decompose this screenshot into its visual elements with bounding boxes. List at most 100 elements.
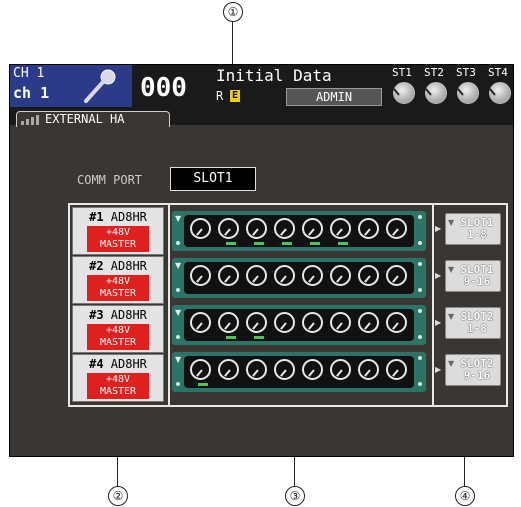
phantom-master-indicator: +48V MASTER (87, 226, 149, 252)
ha-unit-title: #3 AD8HR (89, 308, 147, 322)
function-access-bar: CH 1 ch 1 000 Initial Data R E ADMIN ST1… (10, 65, 513, 108)
tab-levels-icon (21, 115, 39, 125)
ha-unit-title: #1 AD8HR (89, 210, 147, 224)
gain-knob-5[interactable] (302, 312, 323, 333)
ha-unit-title: #4 AD8HR (89, 357, 147, 371)
gain-knob-8[interactable] (386, 359, 407, 380)
gain-knob-6[interactable] (330, 312, 351, 333)
stereo-level-knob-2[interactable] (425, 82, 447, 104)
stereo-level-knob-3[interactable] (457, 82, 479, 104)
tab-label: EXTERNAL HA (45, 112, 125, 126)
rack-marker-icon: ▼ (175, 261, 182, 270)
stereo-label-3: ST3 (456, 66, 476, 79)
scene-title[interactable]: Initial Data (216, 66, 332, 85)
signal-led-5 (310, 242, 320, 245)
rack-marker-icon: ▼ (175, 308, 182, 317)
gain-knob-2[interactable] (218, 312, 239, 333)
slot-button-4[interactable]: ▼ SLOT2 9-16 (445, 354, 501, 386)
callout-4: ④ (455, 486, 475, 506)
signal-led-3 (254, 242, 264, 245)
rack-screw (176, 288, 180, 292)
gain-knob-5[interactable] (302, 359, 323, 380)
ha-unit-button-4[interactable]: #4 AD8HR +48V MASTER (72, 354, 164, 402)
slot-button-1[interactable]: ▼ SLOT1 1-8 (445, 213, 501, 245)
ha-rack-4[interactable]: ▼ (172, 352, 426, 392)
gain-knob-6[interactable] (330, 218, 351, 239)
ha-rack-2[interactable]: ▼ (172, 258, 426, 298)
gain-knob-3[interactable] (246, 312, 267, 333)
gain-knob-7[interactable] (358, 312, 379, 333)
ha-unit-title: #2 AD8HR (89, 259, 147, 273)
comm-port-button[interactable]: SLOT1 (170, 167, 256, 191)
callout-3: ③ (285, 486, 305, 506)
rack-screw (176, 382, 180, 386)
gain-knob-2[interactable] (218, 265, 239, 286)
signal-led-1 (198, 383, 208, 386)
rack-screw (418, 335, 422, 339)
slot-button-2[interactable]: ▼ SLOT1 9-16 (445, 260, 501, 292)
microphone-icon (84, 69, 116, 103)
channel-name: ch 1 (13, 84, 50, 102)
gain-knob-6[interactable] (330, 359, 351, 380)
gain-knob-1[interactable] (190, 359, 211, 380)
gain-knob-5[interactable] (302, 265, 323, 286)
signal-led-2 (226, 242, 236, 245)
gain-knob-2[interactable] (218, 218, 239, 239)
rack-screw (176, 241, 180, 245)
ha-rack-1[interactable]: ▼ (172, 211, 426, 251)
ha-unit-button-3[interactable]: #3 AD8HR +48V MASTER (72, 305, 164, 353)
channel-icon-button[interactable] (66, 65, 132, 107)
scene-edit-flag: E (230, 90, 240, 102)
gain-knob-3[interactable] (246, 218, 267, 239)
stereo-label-1: ST1 (392, 66, 412, 79)
gain-knob-7[interactable] (358, 218, 379, 239)
gain-knob-7[interactable] (358, 359, 379, 380)
slot-arrow-icon: ▶ (435, 271, 442, 280)
gain-knob-4[interactable] (274, 359, 295, 380)
gain-knob-1[interactable] (190, 218, 211, 239)
gain-knob-4[interactable] (274, 312, 295, 333)
rack-panel (184, 215, 414, 247)
rack-screw (176, 335, 180, 339)
gain-knob-8[interactable] (386, 265, 407, 286)
rack-screw (418, 288, 422, 292)
phantom-master-indicator: +48V MASTER (87, 324, 149, 350)
callout-1: ① (223, 2, 243, 22)
scene-number[interactable]: 000 (140, 73, 187, 103)
gain-knob-2[interactable] (218, 359, 239, 380)
stereo-level-knob-1[interactable] (393, 82, 415, 104)
ha-unit-button-1[interactable]: #1 AD8HR +48V MASTER (72, 207, 164, 255)
selected-channel-button[interactable]: CH 1 ch 1 (10, 65, 66, 107)
user-level-button[interactable]: ADMIN (286, 88, 382, 106)
callout-2: ② (108, 486, 128, 506)
stereo-level-knob-4[interactable] (489, 82, 511, 104)
gain-knob-4[interactable] (274, 218, 295, 239)
gain-knob-6[interactable] (330, 265, 351, 286)
gain-knob-8[interactable] (386, 312, 407, 333)
ha-rack-3[interactable]: ▼ (172, 305, 426, 345)
slot-arrow-icon: ▶ (435, 224, 442, 233)
ha-unit-button-2[interactable]: #2 AD8HR +48V MASTER (72, 256, 164, 304)
dropdown-arrow-icon: ▼ (448, 218, 455, 227)
gain-knob-4[interactable] (274, 265, 295, 286)
slot-channels: 1-8 (467, 322, 487, 335)
gain-knob-1[interactable] (190, 312, 211, 333)
slot-arrow-icon: ▶ (435, 365, 442, 374)
gain-knob-8[interactable] (386, 218, 407, 239)
phantom-master-indicator: +48V MASTER (87, 373, 149, 399)
gain-knob-7[interactable] (358, 265, 379, 286)
slot-channels: 9-16 (463, 369, 491, 382)
stereo-label-4: ST4 (488, 66, 508, 79)
gain-knob-5[interactable] (302, 218, 323, 239)
gain-knob-3[interactable] (246, 265, 267, 286)
slot-button-3[interactable]: ▼ SLOT2 1-8 (445, 307, 501, 339)
phantom-master-indicator: +48V MASTER (87, 275, 149, 301)
dropdown-arrow-icon: ▼ (448, 359, 455, 368)
rack-marker-icon: ▼ (175, 214, 182, 223)
gain-knob-3[interactable] (246, 359, 267, 380)
gain-knob-1[interactable] (190, 265, 211, 286)
rack-screw (418, 309, 422, 313)
rack-screw (418, 382, 422, 386)
tab-external-ha[interactable]: EXTERNAL HA (16, 111, 170, 127)
signal-led-2 (226, 336, 236, 339)
